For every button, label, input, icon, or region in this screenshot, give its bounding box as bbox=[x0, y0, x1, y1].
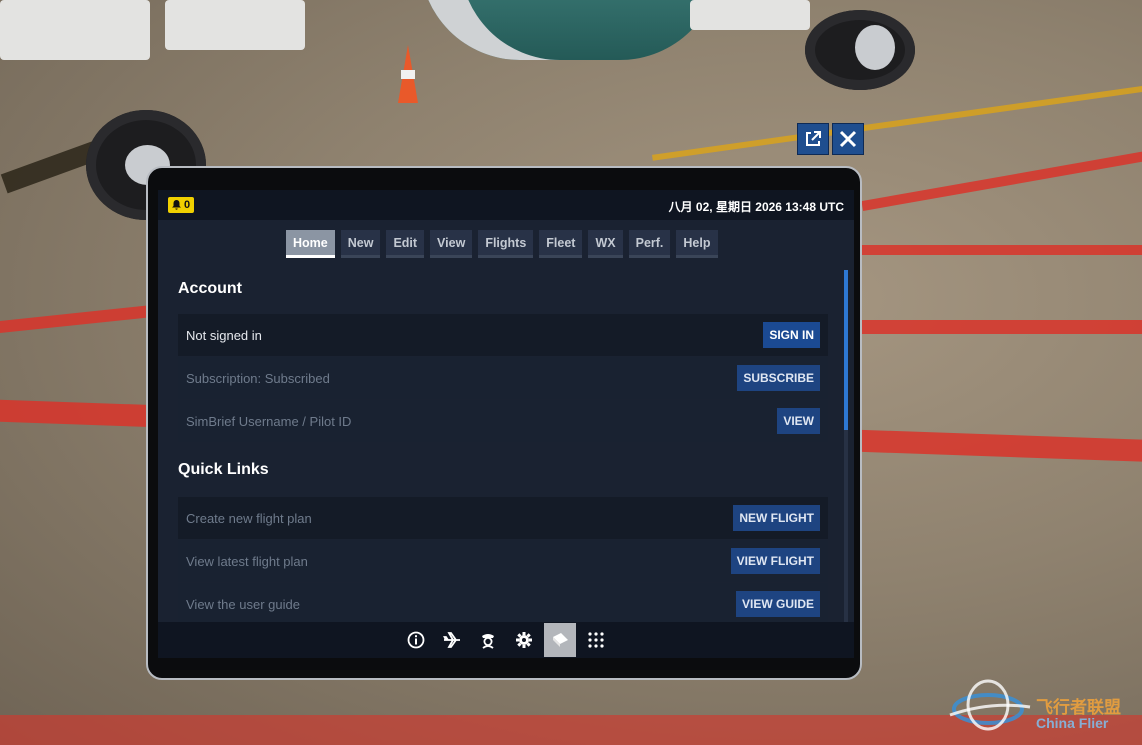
notification-badge[interactable]: 0 bbox=[168, 197, 195, 213]
account-row-signin: Not signed in SIGN IN bbox=[178, 314, 828, 356]
quick-links-section-title: Quick Links bbox=[178, 461, 269, 478]
close-icon bbox=[839, 130, 857, 148]
ground-vehicle bbox=[165, 0, 305, 50]
new-flight-button[interactable]: NEW FLIGHT bbox=[733, 505, 820, 531]
pilot-icon bbox=[482, 634, 494, 649]
utc-clock: 八月 02, 星期日 2026 13:48 UTC bbox=[668, 200, 844, 214]
gear-icon bbox=[516, 632, 532, 648]
ground-vehicle bbox=[0, 0, 150, 60]
notification-count: 0 bbox=[184, 199, 191, 211]
tab-perf[interactable]: Perf. bbox=[628, 230, 671, 258]
ground-vehicle bbox=[690, 0, 810, 30]
clipboard-icon bbox=[553, 633, 568, 647]
account-row-username: SimBrief Username / Pilot ID VIEW bbox=[178, 400, 828, 442]
info-icon bbox=[407, 631, 425, 649]
bottom-nav-bar bbox=[158, 622, 854, 658]
yellow-line bbox=[652, 85, 1142, 161]
close-button[interactable] bbox=[832, 123, 864, 155]
tab-view[interactable]: View bbox=[430, 230, 473, 258]
quick-link-row-view: View latest flight plan VIEW FLIGHT bbox=[178, 540, 828, 582]
quick-link-row-guide: View the user guide VIEW GUIDE bbox=[178, 583, 828, 625]
tab-flights[interactable]: Flights bbox=[478, 230, 534, 258]
home-content: Account Not signed in SIGN IN Subscripti… bbox=[178, 274, 828, 634]
sign-in-button[interactable]: SIGN IN bbox=[763, 322, 820, 348]
row-label: Subscription: Subscribed bbox=[186, 370, 330, 386]
apps-grid-icon bbox=[588, 632, 604, 648]
watermark-subtitle: China Flier bbox=[1036, 715, 1109, 731]
account-row-subscription: Subscription: Subscribed SUBSCRIBE bbox=[178, 357, 828, 399]
external-link-icon bbox=[806, 131, 821, 146]
bottom-nav-flight[interactable] bbox=[436, 623, 468, 657]
tab-edit[interactable]: Edit bbox=[386, 230, 425, 258]
popout-button[interactable] bbox=[797, 123, 829, 155]
plane-icon bbox=[443, 632, 460, 648]
efb-tablet: 0 八月 02, 星期日 2026 13:48 UTC Home New Edi… bbox=[146, 166, 862, 680]
traffic-cone-band bbox=[401, 70, 415, 79]
quick-link-row-new: Create new flight plan NEW FLIGHT bbox=[178, 497, 828, 539]
globe-plane-logo bbox=[949, 679, 1031, 731]
view-guide-button[interactable]: VIEW GUIDE bbox=[735, 591, 820, 617]
efb-screen: 0 八月 02, 星期日 2026 13:48 UTC Home New Edi… bbox=[158, 190, 854, 658]
subscribe-button[interactable]: SUBSCRIBE bbox=[737, 365, 820, 391]
china-flier-watermark: 飞行者联盟 China Flier bbox=[940, 675, 1140, 741]
view-flight-button[interactable]: VIEW FLIGHT bbox=[730, 548, 820, 574]
tab-new[interactable]: New bbox=[340, 230, 381, 258]
bottom-nav-info[interactable] bbox=[400, 623, 432, 657]
bottom-nav-clipboard[interactable] bbox=[544, 623, 576, 657]
content-scroll-thumb[interactable] bbox=[844, 270, 848, 430]
tab-home[interactable]: Home bbox=[286, 230, 335, 258]
tab-help[interactable]: Help bbox=[676, 230, 718, 258]
taxi-line bbox=[860, 320, 1142, 334]
row-label: Not signed in bbox=[186, 327, 262, 343]
taxi-line bbox=[861, 149, 1142, 211]
tab-fleet[interactable]: Fleet bbox=[539, 230, 583, 258]
wheel-hub bbox=[855, 25, 895, 70]
bottom-nav-apps[interactable] bbox=[580, 623, 612, 657]
row-label: Create new flight plan bbox=[186, 510, 312, 526]
row-label: View latest flight plan bbox=[186, 553, 308, 569]
engine-nacelle bbox=[420, 0, 720, 60]
view-account-button[interactable]: VIEW bbox=[777, 408, 820, 434]
row-label: View the user guide bbox=[186, 596, 300, 612]
row-label: SimBrief Username / Pilot ID bbox=[186, 413, 352, 429]
bell-icon bbox=[172, 200, 181, 210]
bottom-nav-settings[interactable] bbox=[508, 623, 540, 657]
status-bar: 0 八月 02, 星期日 2026 13:48 UTC bbox=[158, 190, 854, 220]
tab-wx[interactable]: WX bbox=[588, 230, 623, 258]
main-tabs: Home New Edit View Flights Fleet WX Perf… bbox=[286, 230, 718, 258]
taxi-line bbox=[860, 245, 1142, 255]
bottom-nav-pilot[interactable] bbox=[472, 623, 504, 657]
account-section-title: Account bbox=[178, 280, 242, 297]
